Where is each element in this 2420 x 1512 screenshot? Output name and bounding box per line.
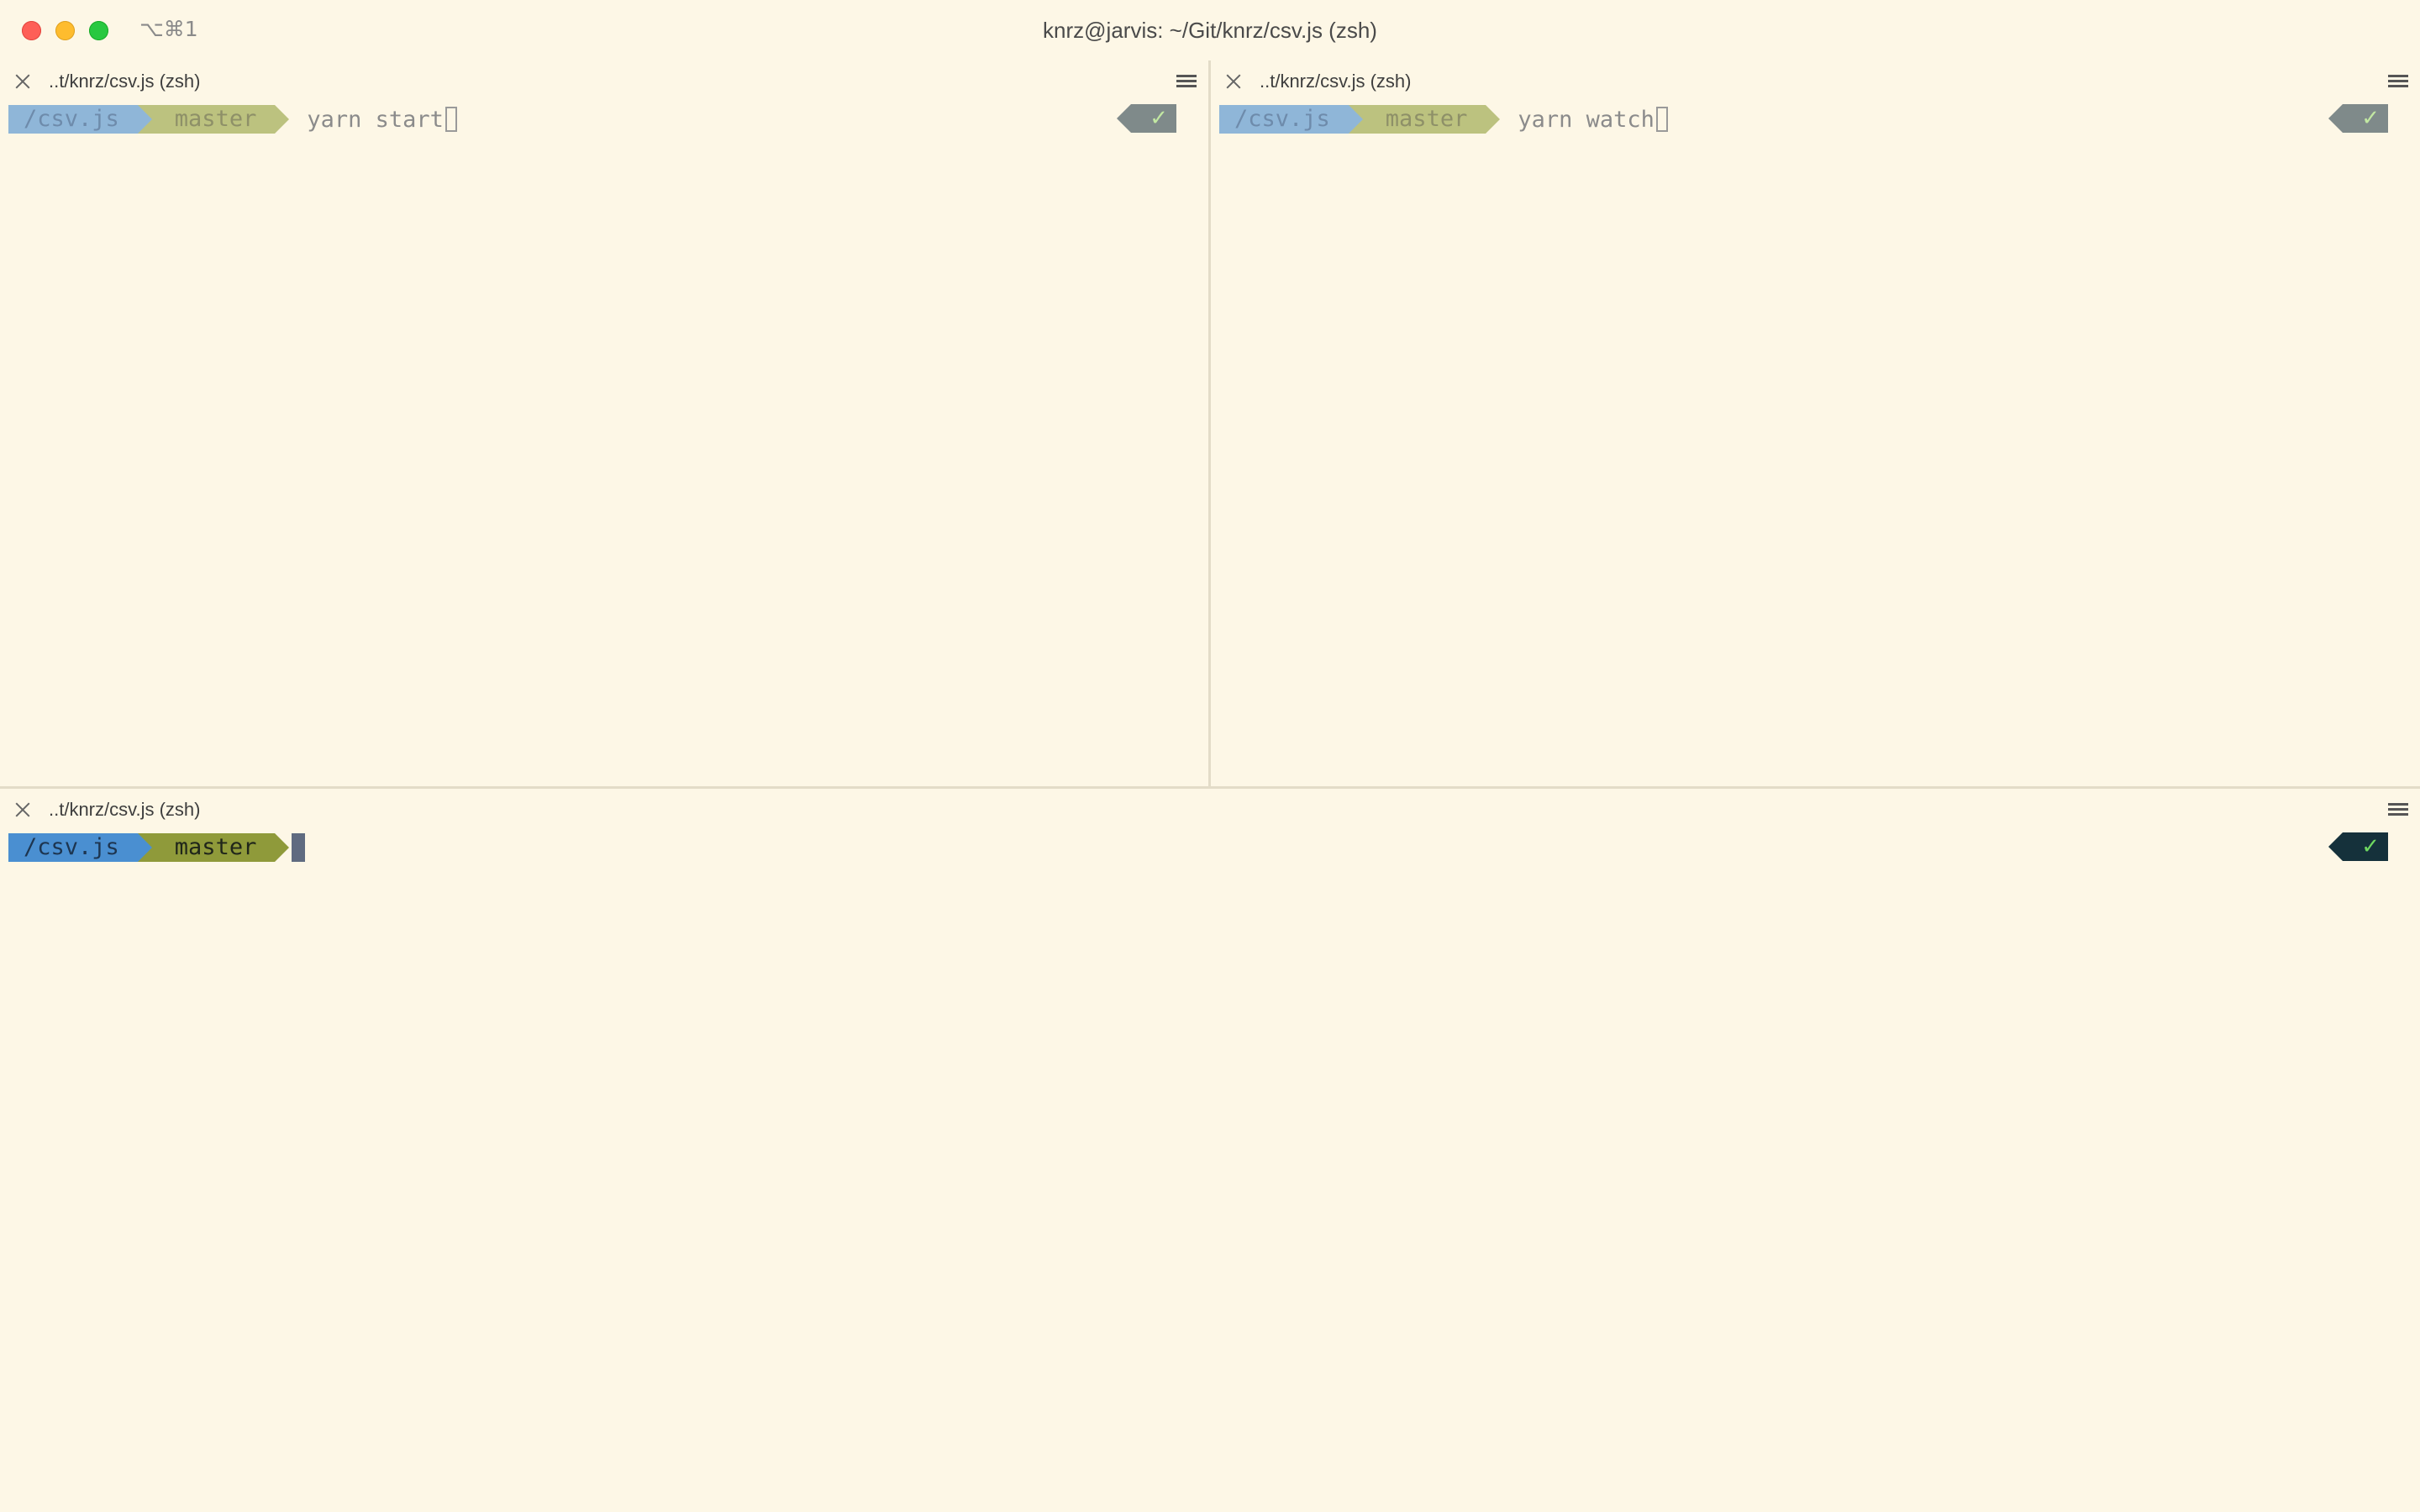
- command-text: yarn watch: [1518, 106, 1655, 133]
- check-icon: ✓: [1117, 104, 1176, 133]
- text-cursor: [445, 107, 457, 132]
- git-branch-name: master: [174, 106, 257, 132]
- check-icon: ✓: [2328, 104, 2388, 133]
- title-bar: ⌥⌘1 knrz@jarvis: ~/Git/knrz/csv.js (zsh): [0, 0, 2420, 60]
- prompt-dir-segment: /csv.js: [8, 105, 152, 134]
- hamburger-menu-icon[interactable]: [1176, 75, 1197, 88]
- close-icon[interactable]: [1224, 72, 1243, 91]
- git-branch-name: master: [174, 834, 257, 860]
- command-text: yarn start: [307, 106, 444, 133]
- terminal-pane-top-left[interactable]: ..t/knrz/csv.js (zsh) /csv.js master yar…: [0, 60, 1208, 786]
- shell-prompt[interactable]: /csv.js master: [8, 832, 306, 863]
- check-icon: ✓: [2328, 832, 2388, 861]
- text-cursor: [1655, 107, 1668, 132]
- pane-header: ..t/knrz/csv.js (zsh): [1211, 60, 2420, 102]
- pane-title: ..t/knrz/csv.js (zsh): [49, 71, 201, 92]
- prompt-dir-segment: /csv.js: [1219, 105, 1363, 134]
- pane-header: ..t/knrz/csv.js (zsh): [0, 60, 1208, 102]
- shell-prompt: /csv.js master yarn watch: [1219, 104, 1668, 134]
- close-icon[interactable]: [13, 801, 32, 819]
- text-cursor[interactable]: [292, 833, 306, 862]
- prompt-git-segment: master: [137, 833, 289, 862]
- pane-title: ..t/knrz/csv.js (zsh): [1260, 71, 1412, 92]
- prompt-dir-segment: /csv.js: [8, 833, 152, 862]
- window-title: knrz@jarvis: ~/Git/knrz/csv.js (zsh): [1043, 18, 1377, 43]
- prompt-git-segment: master: [137, 105, 289, 134]
- terminal-pane-top-right[interactable]: ..t/knrz/csv.js (zsh) /csv.js master yar…: [1211, 60, 2420, 786]
- hamburger-menu-icon[interactable]: [2388, 803, 2408, 816]
- pane-header: ..t/knrz/csv.js (zsh): [0, 789, 2420, 831]
- terminal-pane-bottom[interactable]: ..t/knrz/csv.js (zsh) /csv.js master ✓: [0, 789, 2420, 1512]
- close-icon[interactable]: [13, 72, 32, 91]
- git-branch-name: master: [1385, 106, 1468, 132]
- prompt-git-segment: master: [1348, 105, 1500, 134]
- pane-title: ..t/knrz/csv.js (zsh): [49, 799, 201, 820]
- shell-prompt: /csv.js master yarn start: [8, 104, 457, 134]
- hamburger-menu-icon[interactable]: [2388, 75, 2408, 88]
